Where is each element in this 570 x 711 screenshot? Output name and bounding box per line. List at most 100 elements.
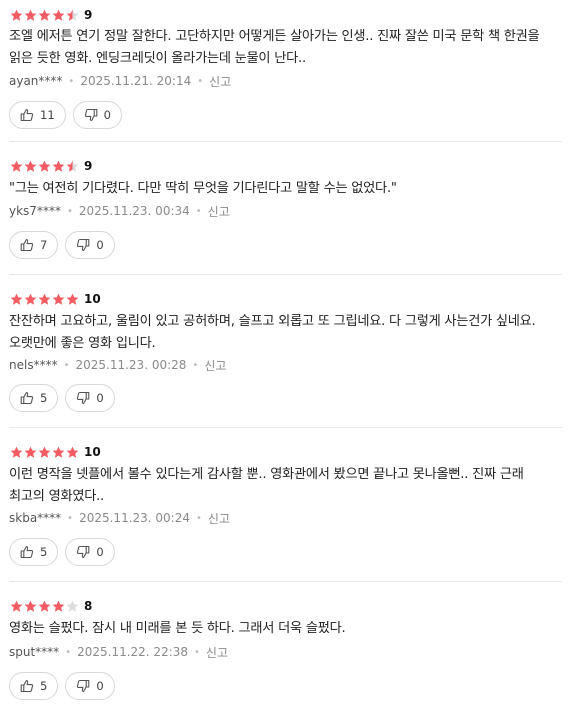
- star-icon: [38, 9, 51, 22]
- star-rating: [10, 9, 79, 22]
- star-icon: [66, 600, 79, 613]
- thumbs-down-icon: [76, 238, 90, 252]
- star-icon: [38, 600, 51, 613]
- rating-row: 10: [10, 445, 101, 459]
- like-button[interactable]: 11: [9, 101, 66, 129]
- dislike-button[interactable]: 0: [65, 384, 115, 412]
- star-icon: [10, 9, 23, 22]
- review-date: 2025.11.23. 00:28: [75, 358, 187, 372]
- star-icon: [38, 446, 51, 459]
- star-rating: [10, 160, 79, 173]
- thumbs-down-icon: [84, 108, 98, 122]
- review-text: 잔잔하며 고요하고, 울림이 있고 공허하며, 슬프고 외롭고 또 그립네요. …: [9, 314, 536, 351]
- thumbs-up-icon: [20, 545, 34, 559]
- reviewer-name: yks7****: [9, 204, 61, 218]
- vote-buttons: 5 0: [9, 672, 115, 700]
- review-meta: nels**** • 2025.11.23. 00:28 • 신고: [9, 357, 226, 373]
- star-icon: [66, 9, 79, 22]
- review-item: 10 잔잔하며 고요하고, 울림이 있고 공허하며, 슬프고 외롭고 또 그립네…: [9, 275, 562, 428]
- like-button[interactable]: 7: [9, 231, 59, 259]
- separator: •: [192, 359, 199, 371]
- separator: •: [63, 359, 70, 371]
- rating-row: 9: [10, 8, 92, 22]
- separator: •: [197, 75, 204, 87]
- star-icon: [52, 446, 65, 459]
- reviewer-name: ayan****: [9, 74, 63, 88]
- separator: •: [195, 205, 202, 217]
- review-date: 2025.11.21. 20:14: [80, 74, 192, 88]
- like-button[interactable]: 5: [9, 538, 59, 566]
- star-icon: [66, 446, 79, 459]
- rating-score: 10: [84, 292, 101, 306]
- review-meta: ayan**** • 2025.11.21. 20:14 • 신고: [9, 73, 231, 89]
- dislike-button[interactable]: 0: [65, 672, 115, 700]
- thumbs-up-icon: [20, 238, 34, 252]
- report-link[interactable]: 신고: [208, 203, 230, 220]
- report-link[interactable]: 신고: [206, 644, 228, 661]
- like-button[interactable]: 5: [9, 672, 59, 700]
- vote-buttons: 11 0: [9, 101, 122, 129]
- star-icon: [38, 293, 51, 306]
- review-text: 이런 명작을 넷플에서 볼수 있다는게 감사할 뿐.. 영화관에서 봤으면 끝나…: [9, 467, 524, 504]
- review-text: 조엘 에저튼 연기 정말 잘한다. 고단하지만 어떻게든 살아가는 인생.. 진…: [9, 29, 540, 66]
- star-rating: [10, 600, 79, 613]
- dislike-count: 0: [96, 238, 104, 252]
- separator: •: [67, 512, 74, 524]
- separator: •: [65, 646, 72, 658]
- rating-row: 8: [10, 599, 92, 613]
- star-rating: [10, 446, 79, 459]
- vote-buttons: 5 0: [9, 538, 115, 566]
- dislike-count: 0: [96, 545, 104, 559]
- review-item: 8 영화는 슬펐다. 잠시 내 미래를 본 듯 하다. 그래서 더욱 슬펐다. …: [9, 582, 562, 711]
- separator: •: [196, 512, 202, 524]
- dislike-button[interactable]: 0: [65, 231, 115, 259]
- report-link[interactable]: 신고: [204, 357, 226, 374]
- star-icon: [10, 446, 23, 459]
- thumbs-down-icon: [76, 545, 90, 559]
- star-icon: [52, 160, 65, 173]
- star-icon: [24, 160, 37, 173]
- separator: •: [194, 646, 200, 658]
- reviewer-name: skba****: [9, 511, 62, 525]
- star-icon: [38, 160, 51, 173]
- reviewer-name: sput****: [9, 645, 60, 659]
- thumbs-down-icon: [76, 391, 90, 405]
- report-link[interactable]: 신고: [209, 73, 231, 90]
- review-item: 10 이런 명작을 넷플에서 볼수 있다는게 감사할 뿐.. 영화관에서 봤으면…: [9, 428, 562, 582]
- rating-score: 9: [84, 8, 93, 22]
- star-icon: [66, 293, 79, 306]
- like-count: 11: [40, 108, 55, 122]
- star-icon: [52, 600, 65, 613]
- rating-row: 10: [10, 292, 101, 306]
- review-list: 9 조엘 에저튼 연기 정말 잘한다. 고단하지만 어떻게든 살아가는 인생..…: [0, 0, 570, 711]
- dislike-count: 0: [103, 108, 111, 122]
- review-meta: skba**** • 2025.11.23. 00:24 • 신고: [9, 510, 230, 526]
- like-count: 7: [40, 238, 48, 252]
- rating-row: 9: [10, 159, 92, 173]
- rating-score: 8: [84, 599, 93, 613]
- dislike-button[interactable]: 0: [65, 538, 115, 566]
- like-button[interactable]: 5: [9, 384, 59, 412]
- review-text: 영화는 슬펐다. 잠시 내 미래를 본 듯 하다. 그래서 더욱 슬펐다.: [9, 621, 346, 636]
- like-count: 5: [40, 545, 48, 559]
- review-meta: sput**** • 2025.11.22. 22:38 • 신고: [9, 644, 228, 660]
- dislike-button[interactable]: 0: [72, 101, 122, 129]
- star-icon: [10, 160, 23, 173]
- rating-score: 9: [84, 159, 93, 173]
- separator: •: [66, 205, 73, 217]
- review-item: 9 "그는 여전히 기다렸다. 다만 딱히 무엇을 기다린다고 말할 수는 없었…: [9, 142, 562, 275]
- star-icon: [10, 600, 23, 613]
- thumbs-up-icon: [20, 679, 34, 693]
- star-icon: [24, 9, 37, 22]
- vote-buttons: 5 0: [9, 384, 115, 412]
- star-icon: [24, 446, 37, 459]
- star-icon: [52, 293, 65, 306]
- review-text: "그는 여전히 기다렸다. 다만 딱히 무엇을 기다린다고 말할 수는 없었다.…: [9, 181, 397, 196]
- star-icon: [66, 160, 79, 173]
- report-link[interactable]: 신고: [208, 510, 230, 527]
- star-icon: [52, 9, 65, 22]
- dislike-count: 0: [96, 679, 104, 693]
- star-rating: [10, 293, 79, 306]
- separator: •: [68, 75, 75, 87]
- thumbs-up-icon: [20, 108, 34, 122]
